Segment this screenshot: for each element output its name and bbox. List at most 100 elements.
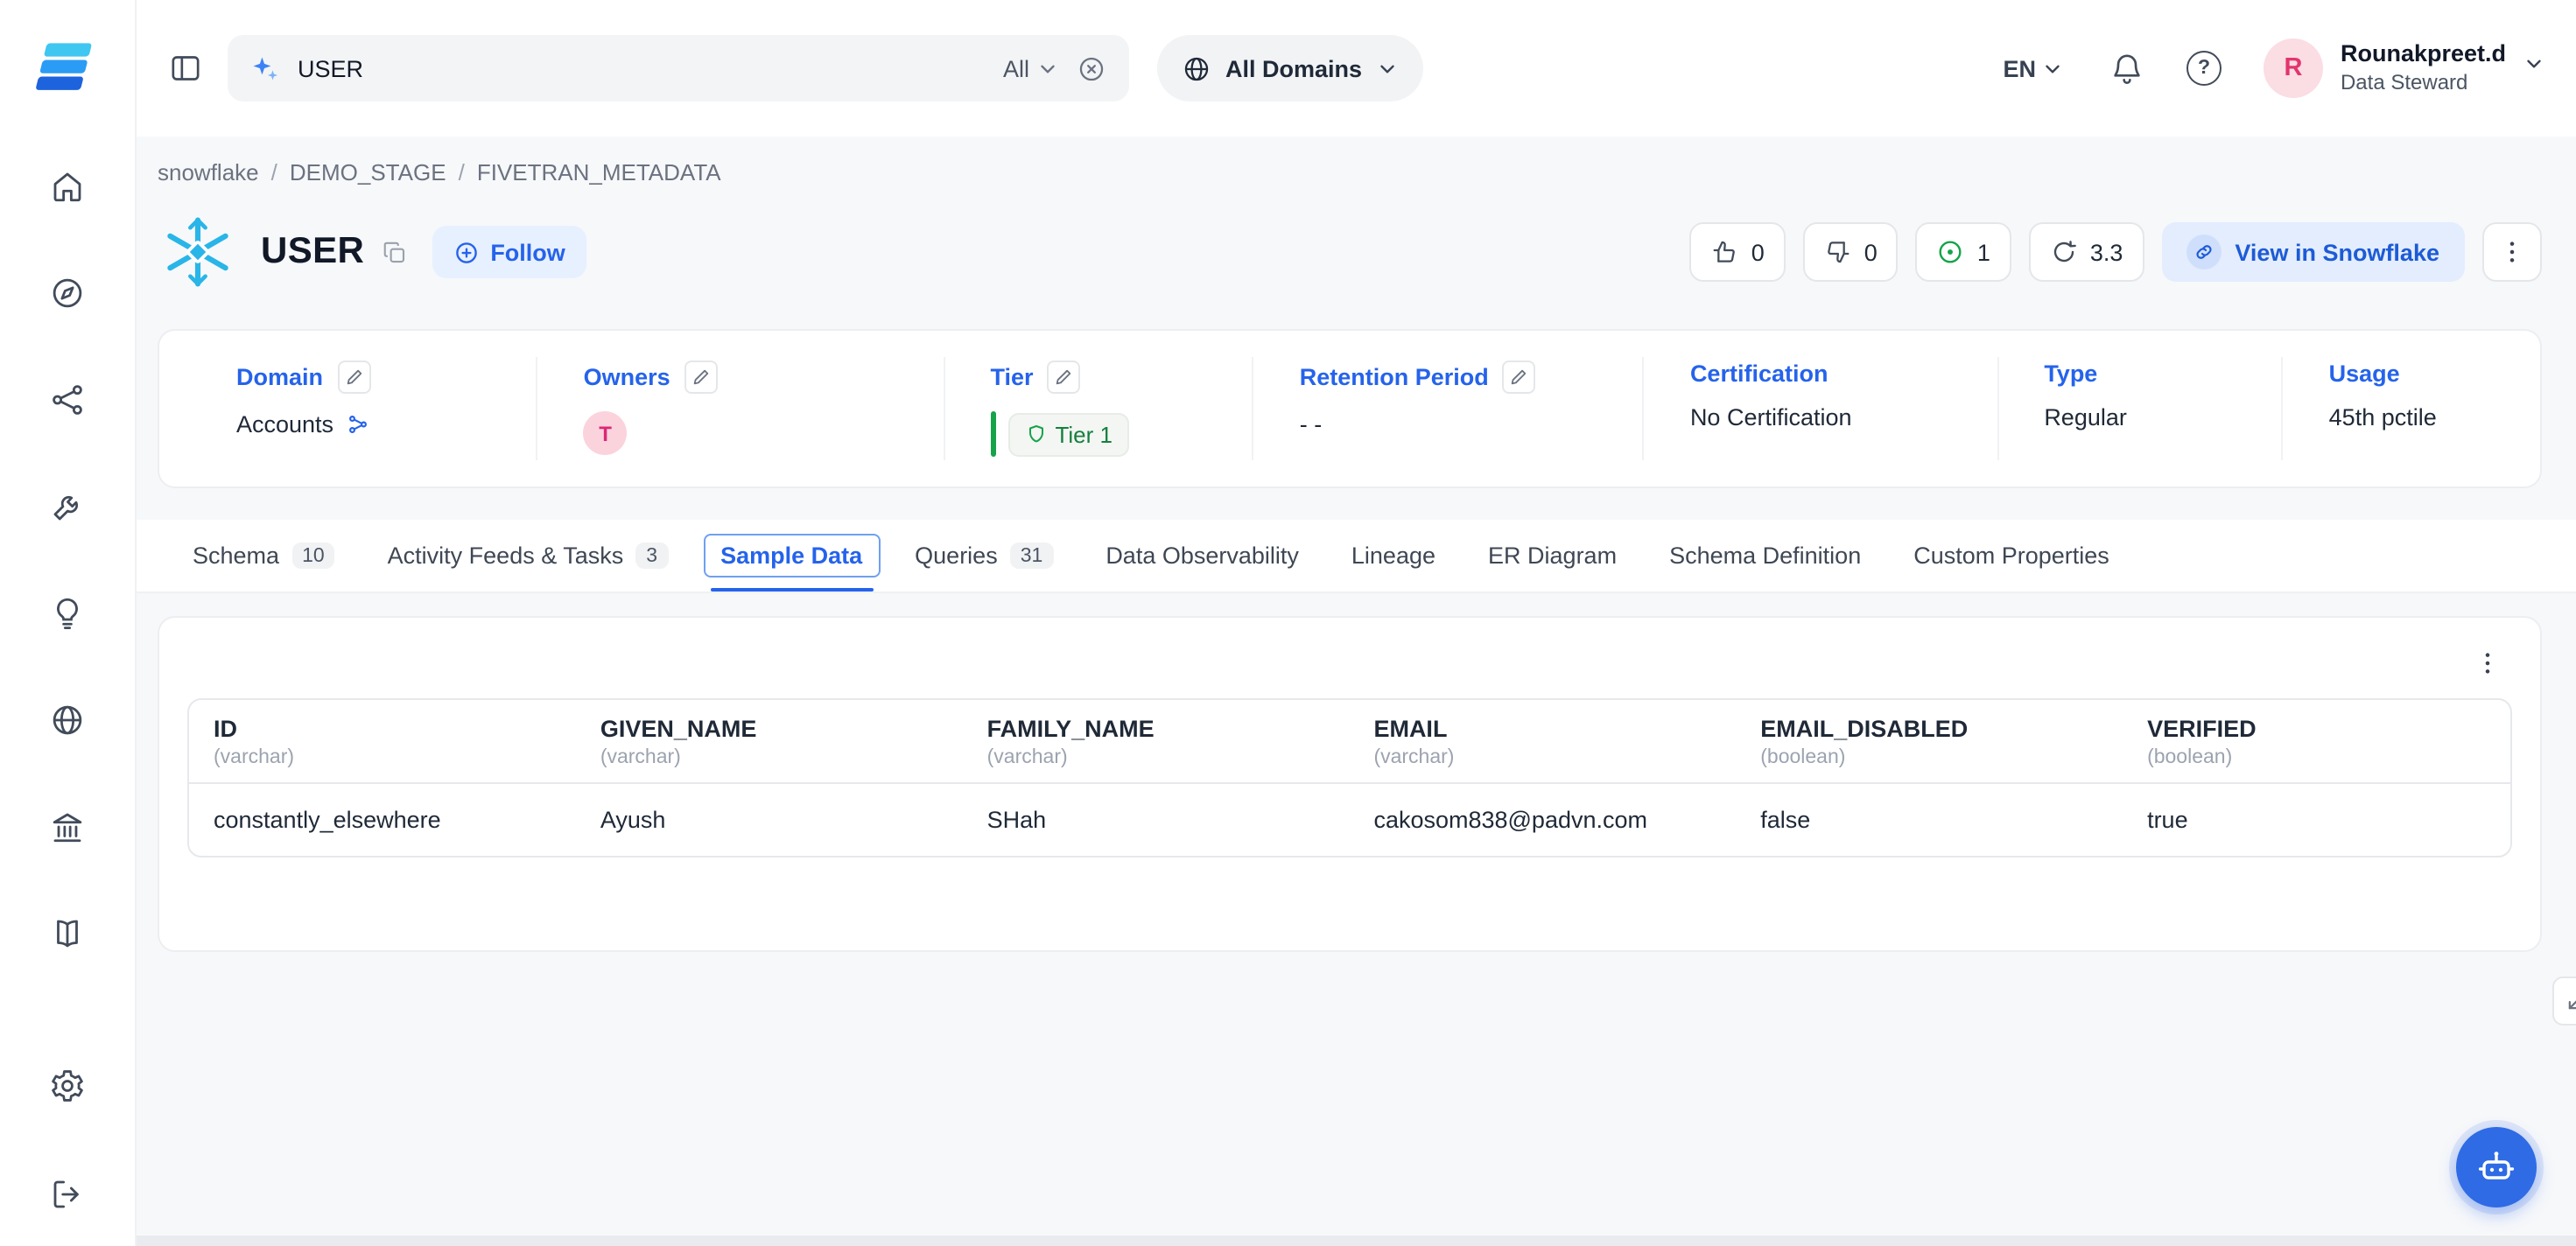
column-header-given-name[interactable]: GIVEN_NAME(varchar)	[576, 700, 963, 783]
atlan-logo[interactable]	[0, 0, 135, 136]
overview-usage: Usage 45th pctile	[2282, 357, 2539, 460]
copy-name-button[interactable]	[382, 239, 408, 265]
column-header-email[interactable]: EMAIL(varchar)	[1349, 700, 1736, 783]
tier-badge[interactable]: Tier 1	[1007, 412, 1130, 456]
downvote-button[interactable]: 0	[1803, 222, 1899, 282]
main-column: All All Domains EN	[137, 0, 2576, 1246]
globe-icon	[1182, 53, 1211, 83]
tab-schema-definition[interactable]: Schema Definition	[1652, 520, 1878, 592]
column-header-verified[interactable]: VERIFIED(boolean)	[2123, 700, 2509, 783]
view-in-snowflake-button[interactable]: View in Snowflake	[2161, 222, 2464, 282]
chevron-down-icon	[1036, 57, 1059, 80]
follow-button[interactable]: Follow	[432, 226, 586, 278]
home-icon	[49, 167, 86, 204]
notifications-button[interactable]	[2109, 51, 2144, 86]
asset-header: USER Follow 0 0	[158, 206, 2541, 298]
owners-label: Owners	[584, 364, 670, 390]
edit-tier-button[interactable]	[1048, 360, 1081, 394]
sidebar-item-governance[interactable]	[32, 791, 102, 861]
global-search[interactable]: All	[228, 35, 1129, 102]
insights-bulb-icon	[49, 594, 86, 631]
tab-er-diagram[interactable]: ER Diagram	[1470, 520, 1634, 592]
sidebar-item-insights[interactable]	[32, 578, 102, 648]
overview-domain: Domain Accounts	[159, 357, 537, 460]
pencil-icon	[1510, 368, 1529, 387]
snowflake-logo	[158, 212, 238, 292]
breadcrumb: snowflake / DEMO_STAGE / FIVETRAN_METADA…	[158, 159, 2541, 186]
user-info: Rounakpreet.d Data Steward	[2341, 41, 2506, 96]
sidebar-item-settings[interactable]	[32, 1050, 102, 1120]
tier-value: Tier 1	[1055, 421, 1113, 447]
tab-queries[interactable]: Queries31	[897, 520, 1070, 592]
clear-circle-icon	[1077, 53, 1106, 83]
sidebar-item-tools[interactable]	[32, 471, 102, 541]
edit-retention-button[interactable]	[1503, 360, 1536, 394]
sidebar-item-assets[interactable]	[32, 257, 102, 327]
user-avatar[interactable]: R	[2264, 38, 2323, 98]
type-value: Regular	[2044, 404, 2127, 430]
breadcrumb-item-database[interactable]: DEMO_STAGE	[290, 159, 446, 186]
domain-value-row[interactable]: Accounts	[236, 411, 512, 438]
tab-data-observability[interactable]: Data Observability	[1088, 520, 1316, 592]
view-in-snowflake-label: View in Snowflake	[2235, 239, 2439, 265]
cell-given-name: Ayush	[576, 783, 963, 856]
tab-lineage[interactable]: Lineage	[1334, 520, 1453, 592]
table-header-row: ID(varchar) GIVEN_NAME(varchar) FAMILY_N…	[189, 700, 2509, 783]
sidebar-item-home[interactable]	[32, 150, 102, 220]
tab-sample-data[interactable]: Sample Data	[703, 520, 880, 592]
owner-avatar[interactable]: T	[584, 411, 628, 455]
sidebar-item-products[interactable]	[32, 364, 102, 434]
sidebar-item-web[interactable]	[32, 684, 102, 754]
search-clear-button[interactable]	[1077, 53, 1106, 83]
ai-sparkle-icon	[250, 53, 280, 83]
reports-book-icon	[49, 914, 86, 951]
tools-wrench-icon	[49, 487, 86, 524]
user-name: Rounakpreet.d	[2341, 41, 2506, 68]
plus-circle-icon	[453, 239, 480, 265]
sidebar-item-logout[interactable]	[32, 1158, 102, 1228]
tab-label: Lineage	[1351, 542, 1435, 569]
upvote-button[interactable]: 0	[1690, 222, 1786, 282]
edit-owners-button[interactable]	[684, 360, 718, 394]
search-scope-dropdown[interactable]: All	[1003, 55, 1059, 81]
edit-domain-button[interactable]	[337, 360, 370, 394]
search-input[interactable]	[298, 55, 986, 81]
tab-label: ER Diagram	[1488, 542, 1617, 569]
column-header-email-disabled[interactable]: EMAIL_DISABLED(boolean)	[1736, 700, 2123, 783]
sidebar-item-reports[interactable]	[32, 898, 102, 968]
refresh-score-button[interactable]: 3.3	[2029, 222, 2144, 282]
language-dropdown[interactable]: EN	[2003, 55, 2064, 81]
watchers-button[interactable]: 1	[1916, 222, 2011, 282]
sidebar-toggle-icon	[168, 51, 203, 86]
domains-dropdown[interactable]: All Domains	[1157, 35, 1423, 102]
bottom-scrollbar-track[interactable]	[0, 1236, 2576, 1246]
breadcrumb-separator: /	[271, 159, 277, 186]
tab-label: Custom Properties	[1913, 542, 2109, 569]
asset-more-menu-button[interactable]	[2481, 222, 2541, 282]
tab-count-badge: 10	[291, 542, 335, 569]
certification-label: Certification	[1690, 360, 1828, 387]
bell-icon	[2109, 51, 2144, 86]
owner-avatar-initial: T	[599, 421, 612, 445]
kebab-icon	[2473, 649, 2501, 677]
help-button[interactable]: ?	[2186, 51, 2222, 86]
link-icon	[2186, 234, 2221, 270]
user-menu-button[interactable]	[2522, 52, 2544, 84]
tab-activity-feeds-tasks[interactable]: Activity Feeds & Tasks3	[370, 520, 685, 592]
tab-schema[interactable]: Schema10	[175, 520, 353, 592]
type-label: Type	[2044, 360, 2097, 387]
breadcrumb-item-schema[interactable]: FIVETRAN_METADATA	[477, 159, 721, 186]
chatbot-fab[interactable]	[2455, 1127, 2536, 1208]
cell-email: cakosom838@padvn.com	[1349, 783, 1736, 856]
expand-panel-handle[interactable]	[2551, 976, 2576, 1026]
sidebar-toggle-button[interactable]	[168, 51, 203, 86]
tab-custom-properties[interactable]: Custom Properties	[1896, 520, 2127, 592]
breadcrumb-item-connection[interactable]: snowflake	[158, 159, 259, 186]
column-header-family-name[interactable]: FAMILY_NAME(varchar)	[963, 700, 1350, 783]
sample-data-menu-button[interactable]	[2462, 639, 2511, 688]
usage-value: 45th pctile	[2329, 404, 2437, 430]
table-row[interactable]: constantly_elsewhere Ayush SHah cakosom8…	[189, 783, 2509, 856]
retention-label: Retention Period	[1300, 364, 1489, 390]
column-header-id[interactable]: ID(varchar)	[189, 700, 576, 783]
data-products-icon	[49, 381, 86, 417]
